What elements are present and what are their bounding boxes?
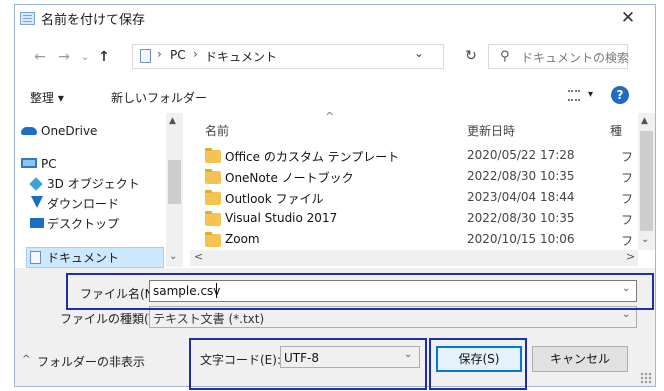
sidebar-item-label: ドキュメント bbox=[47, 251, 120, 265]
folder-icon bbox=[205, 190, 221, 205]
up-button[interactable]: ↑ bbox=[94, 46, 114, 68]
sidebar-item-onedrive[interactable]: OneDrive bbox=[21, 121, 161, 141]
help-button[interactable]: ? bbox=[611, 86, 629, 104]
file-type: フ bbox=[621, 213, 634, 227]
computer-icon bbox=[21, 158, 37, 168]
file-type: フ bbox=[621, 234, 634, 248]
file-scroll-thumb[interactable] bbox=[640, 131, 653, 231]
hide-folders-chevron-icon: ^ bbox=[22, 354, 31, 365]
file-scroll-right[interactable]: > bbox=[626, 250, 635, 263]
hide-folders-button[interactable]: フォルダーの非表示 bbox=[37, 353, 145, 370]
sidebar-item-3d-objects[interactable]: 3D オブジェクト bbox=[29, 174, 165, 194]
file-modified: 2020/10/15 10:06 bbox=[467, 232, 575, 246]
column-header-name[interactable]: 名前 bbox=[205, 122, 229, 139]
forward-button[interactable]: → bbox=[54, 46, 74, 68]
file-row[interactable]: OneNote ノートブック 2022/08/30 10:35 フ bbox=[205, 167, 635, 188]
file-row[interactable]: Zoom 2020/10/15 10:06 フ bbox=[205, 230, 635, 251]
folder-icon bbox=[205, 232, 221, 247]
resize-grip[interactable] bbox=[640, 372, 652, 384]
filetype-dropdown-arrow[interactable]: ⌄ bbox=[622, 309, 630, 320]
desktop-icon bbox=[30, 218, 44, 228]
close-button[interactable]: ✕ bbox=[612, 6, 644, 32]
back-button[interactable]: ← bbox=[30, 46, 50, 68]
sidebar-scroll-down[interactable]: ⌄ bbox=[169, 251, 177, 262]
sidebar-item-label: デスクトップ bbox=[47, 217, 120, 231]
sidebar-item-label: ダウンロード bbox=[47, 197, 120, 211]
column-header-type[interactable]: 種 bbox=[610, 122, 622, 139]
refresh-button[interactable]: ↻ bbox=[456, 44, 486, 69]
file-modified: 2022/08/30 10:35 bbox=[467, 211, 575, 225]
folder-icon bbox=[205, 211, 221, 226]
notepad-icon bbox=[20, 12, 35, 25]
breadcrumb-separator: › bbox=[193, 47, 198, 61]
folder-icon bbox=[205, 169, 221, 184]
document-icon bbox=[30, 251, 41, 264]
file-name: Visual Studio 2017 bbox=[225, 211, 338, 225]
sidebar-scroll-thumb[interactable] bbox=[168, 160, 181, 204]
file-modified: 2020/05/22 17:28 bbox=[467, 148, 575, 162]
file-modified: 2023/04/04 18:44 bbox=[467, 190, 575, 204]
file-type: フ bbox=[621, 192, 634, 206]
window-title: 名前を付けて保存 bbox=[41, 13, 146, 28]
sidebar-item-pc[interactable]: PC bbox=[21, 154, 161, 174]
search-input[interactable]: ドキュメントの検索 bbox=[521, 49, 629, 66]
sidebar-scroll-up[interactable]: ▲ bbox=[169, 116, 176, 126]
sidebar-item-label: 3D オブジェクト bbox=[47, 177, 140, 191]
encoding-highlight-box bbox=[189, 338, 427, 390]
filename-highlight-box bbox=[66, 273, 654, 310]
column-header-modified[interactable]: 更新日時 bbox=[467, 122, 515, 139]
address-dropdown-button[interactable]: ⌄ bbox=[414, 46, 424, 60]
file-name: Outlook ファイル bbox=[225, 192, 324, 206]
cloud-icon bbox=[21, 127, 37, 135]
file-scroll-down[interactable]: ⌄ bbox=[641, 234, 649, 245]
view-dropdown-arrow[interactable]: ▾ bbox=[588, 89, 593, 100]
view-options-icon[interactable] bbox=[568, 90, 580, 101]
recent-locations-button[interactable]: ⌄ bbox=[78, 46, 92, 68]
file-modified: 2022/08/30 10:35 bbox=[467, 169, 575, 183]
save-highlight-box bbox=[429, 338, 527, 390]
cancel-button[interactable]: キャンセル bbox=[532, 346, 628, 372]
new-folder-button[interactable]: 新しいフォルダー bbox=[111, 89, 207, 106]
cube-icon bbox=[29, 177, 43, 191]
file-scroll-left[interactable]: < bbox=[194, 250, 203, 263]
folder-icon bbox=[205, 148, 221, 163]
sidebar-item-documents[interactable]: ドキュメント bbox=[30, 248, 160, 268]
sort-indicator-icon: ^ bbox=[325, 110, 335, 123]
sidebar-item-label: OneDrive bbox=[41, 124, 98, 138]
breadcrumb-pc[interactable]: PC bbox=[170, 48, 186, 62]
sidebar-item-label: PC bbox=[41, 157, 57, 171]
file-list-horizontal-scrollbar[interactable] bbox=[190, 250, 638, 266]
filetype-value: テキスト文書 (*.txt) bbox=[153, 312, 265, 326]
file-row[interactable]: Outlook ファイル 2023/04/04 18:44 フ bbox=[205, 188, 635, 209]
breadcrumb-documents[interactable]: ドキュメント bbox=[205, 48, 277, 65]
file-name: Office のカスタム テンプレート bbox=[225, 150, 400, 164]
file-name: Zoom bbox=[225, 232, 260, 246]
organize-button[interactable]: 整理 ▾ bbox=[30, 89, 64, 106]
file-type: フ bbox=[621, 171, 634, 185]
file-name: OneNote ノートブック bbox=[225, 171, 354, 185]
search-icon: ⚲ bbox=[500, 49, 510, 64]
breadcrumb-separator: › bbox=[157, 47, 162, 61]
file-scroll-up[interactable]: ▲ bbox=[641, 116, 648, 126]
sidebar-item-desktop[interactable]: デスクトップ bbox=[30, 214, 165, 234]
sidebar-item-downloads[interactable]: ダウンロード bbox=[30, 194, 165, 214]
file-row[interactable]: Visual Studio 2017 2022/08/30 10:35 フ bbox=[205, 209, 635, 230]
file-type: フ bbox=[621, 150, 634, 164]
file-row[interactable]: Office のカスタム テンプレート 2020/05/22 17:28 フ bbox=[205, 146, 635, 167]
documents-icon bbox=[140, 49, 151, 63]
download-icon bbox=[31, 196, 43, 208]
